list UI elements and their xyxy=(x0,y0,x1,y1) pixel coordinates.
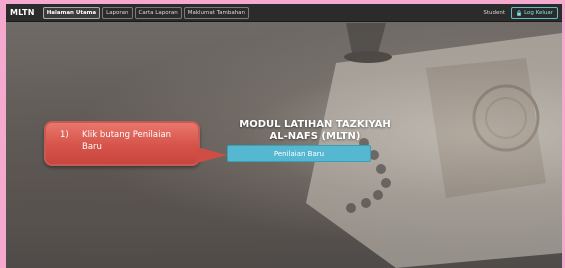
instruction-callout: 1) Klik butang Penilaian Baru xyxy=(44,121,200,166)
nav-carta-laporan[interactable]: Carta Laporan xyxy=(134,6,182,19)
title-line-1: MODUL LATIHAN TAZKIYAH xyxy=(239,119,391,130)
nav-laporan[interactable]: Laporan xyxy=(102,6,133,19)
lock-icon xyxy=(517,9,521,16)
title-line-2: AL-NAFS (MLTN) xyxy=(269,131,361,142)
logout-button[interactable]: Log Keluar xyxy=(511,6,558,19)
nav-halaman-utama[interactable]: Halaman Utama xyxy=(42,6,101,19)
user-label: Student xyxy=(483,9,506,16)
callout-text: Klik butang Penilaian Baru xyxy=(82,130,172,152)
navbar-right: Student Log Keluar xyxy=(483,6,558,19)
brand-logo[interactable]: MLTN xyxy=(10,8,35,17)
app-window: MLTN Halaman Utama Laporan Carta Laporan… xyxy=(6,4,562,268)
top-navbar: MLTN Halaman Utama Laporan Carta Laporan… xyxy=(6,4,562,22)
logout-label: Log Keluar xyxy=(524,9,553,16)
nav-maklumat-tambahan[interactable]: Maklumat Tambahan xyxy=(183,6,250,19)
callout-number: 1) xyxy=(60,130,69,140)
page-title: MODUL LATIHAN TAZKIYAH AL-NAFS (MLTN) xyxy=(220,119,410,143)
penilaian-baru-button[interactable]: Penilaian Baru xyxy=(227,145,371,162)
callout-arrow xyxy=(197,147,227,163)
